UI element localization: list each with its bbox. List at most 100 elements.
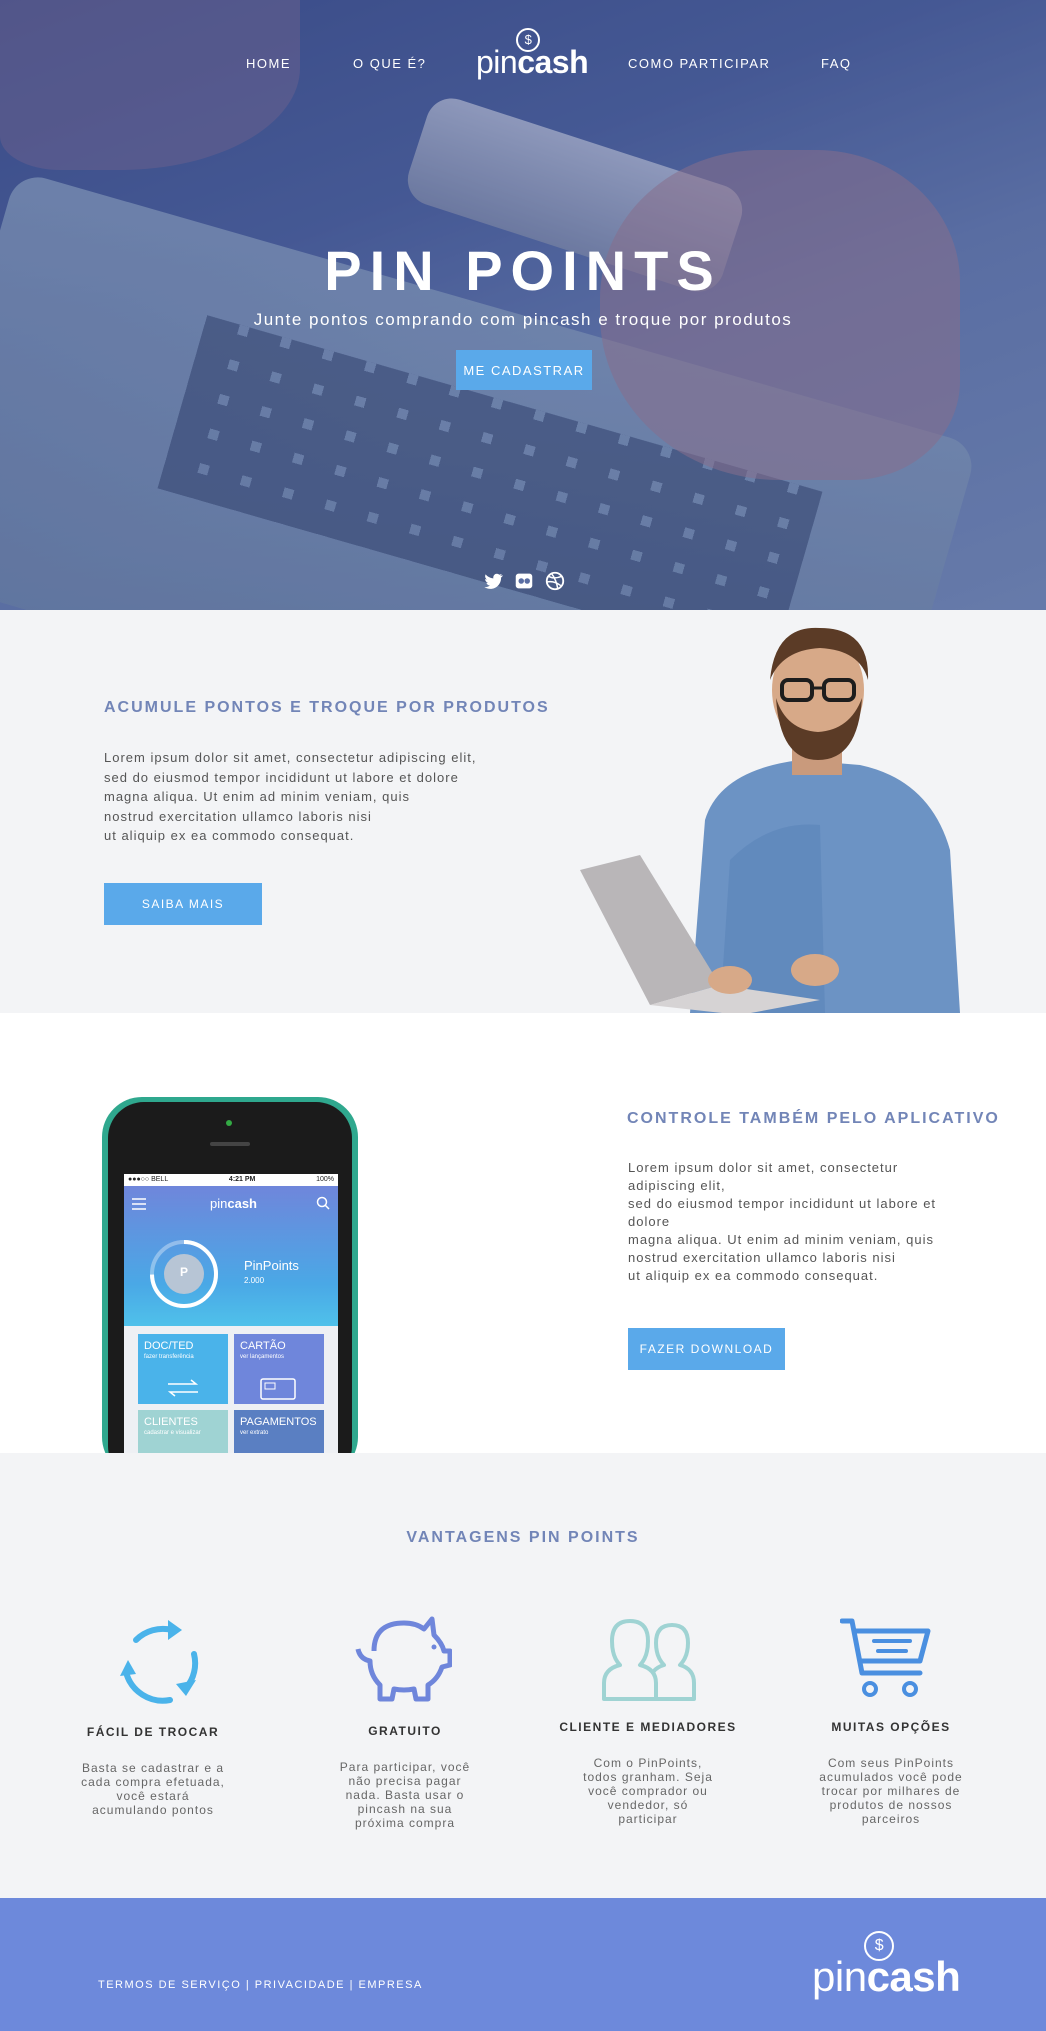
logo-text-light: pin [476,44,518,80]
nav-faq[interactable]: FAQ [821,56,852,71]
phone-camera [226,1120,232,1126]
app-section: ●●●○○ BELL 4:21 PM 100% pincash P PinPoi… [0,1013,1046,1453]
phone-header: pincash P PinPoints 2.000 [124,1186,338,1326]
nav-home[interactable]: HOME [246,56,291,71]
tile-subtitle: ver extrato [240,1430,269,1436]
tile-subtitle: ver lançamentos [240,1354,285,1360]
hero-title: PIN POINTS [324,239,722,302]
tile-subtitle: fazer transferência [144,1354,194,1360]
refresh-icon [120,1620,199,1704]
transfer-icon [167,1379,199,1397]
feature-text-line: você estará [116,1789,190,1803]
status-carrier: ●●●○○ BELL [128,1176,169,1183]
feature-text: Basta se cadastrar e a cada compra efetu… [63,1761,243,1817]
app-text-line: dolore [628,1214,671,1229]
accumulate-section: ACUMULE PONTOS E TROQUE POR PRODUTOS Lor… [0,610,1046,1013]
feature-title: CLIENTE E MEDIADORES [559,1720,737,1734]
feature-text-line: trocar por milhares de [821,1784,961,1798]
menu-icon[interactable] [132,1198,146,1210]
feature-easy: FÁCIL DE TROCAR Basta se cadastrar e a c… [63,1725,243,1817]
footer-separator: | [245,1979,251,1991]
accumulate-text: Lorem ipsum dolor sit amet, consectetur … [104,748,476,846]
footer-logo-light: pin [812,1953,867,2000]
feature-title: GRATUITO [368,1724,442,1738]
accumulate-text-line: sed do eiusmod tempor incididunt ut labo… [104,769,459,785]
footer-logo[interactable]: pincash $ [812,1931,961,2001]
tile-cartao[interactable]: CARTÃO ver lançamentos [234,1334,324,1404]
dribbble-icon[interactable] [544,570,566,592]
nav-o-que-e[interactable]: O QUE É? [353,56,426,71]
feature-text-line: acumulando pontos [92,1803,214,1817]
search-icon[interactable] [316,1196,330,1210]
main-nav: HOME O QUE É? pincash $ COMO PARTICIPAR … [0,28,1046,84]
accumulate-text-line: ut aliquip ex ea commodo consequat. [104,828,355,843]
feature-text-line: você comprador ou [588,1784,708,1798]
phone-body: ●●●○○ BELL 4:21 PM 100% pincash P PinPoi… [108,1102,352,1453]
tile-title: DOC/TED [144,1340,194,1352]
app-text-line: Lorem ipsum dolor sit amet, consectetur [628,1160,899,1175]
tile-pagamentos[interactable]: PAGAMENTOS ver extrato [234,1410,324,1453]
accumulate-title: ACUMULE PONTOS E TROQUE POR PRODUTOS [104,699,550,716]
feature-text-line: pincash na sua [357,1802,453,1816]
accumulate-text-line: magna aliqua. Ut enim ad minim veniam, q… [104,789,411,804]
accumulate-text-line: Lorem ipsum dolor sit amet, consectetur … [104,750,477,765]
phone-logo-bold: cash [227,1196,257,1211]
points-label: PinPoints [244,1258,299,1273]
points-badge: P [179,1265,188,1279]
feature-text-line: acumulados você pode [819,1770,963,1784]
cart-icon [840,1618,931,1697]
feature-text-line: vendedor, só [607,1798,689,1812]
man-with-laptop-image [580,627,960,1013]
accumulate-text-line: nostrud exercitation ullamco laboris nis… [104,808,372,824]
tile-clientes[interactable]: CLIENTES cadastrar e visualizar [138,1410,228,1453]
hero-subtitle: Junte pontos comprando com pincash e tro… [253,310,793,329]
status-time: 4:21 PM [228,1176,256,1183]
phone-mockup: ●●●○○ BELL 4:21 PM 100% pincash P PinPoi… [102,1097,358,1453]
app-text-line: magna aliqua. Ut enim ad minim veniam, q… [628,1232,935,1247]
feature-text-line: todos granham. Seja [583,1770,713,1784]
download-button[interactable]: FAZER DOWNLOAD [628,1328,785,1370]
app-text-line: adipiscing elit, [628,1178,726,1193]
footer-links: TERMOS DE SERVIÇO | PRIVACIDADE | EMPRES… [98,1979,423,1991]
feature-text-line: produtos de nossos [829,1798,953,1812]
feature-text-line: participar [618,1812,678,1826]
card-icon [260,1378,296,1400]
feature-text: Com o PinPoints, todos granham. Seja voc… [558,1756,738,1826]
tile-doc-ted[interactable]: DOC/TED fazer transferência [138,1334,228,1404]
dollar-coin-icon: $ [516,28,540,52]
register-button[interactable]: ME CADASTRAR [456,350,592,390]
phone-speaker [210,1142,250,1146]
learn-more-button[interactable]: SAIBA MAIS [104,883,262,925]
logo[interactable]: pincash $ [476,28,589,81]
feature-text-line: Basta se cadastrar e a [81,1761,225,1775]
flickr-icon[interactable] [513,570,535,592]
tile-title: CLIENTES [144,1416,198,1428]
dollar-coin-icon: $ [864,1931,894,1961]
footer-link-company[interactable]: EMPRESA [359,1979,423,1991]
tile-subtitle: cadastrar e visualizar [144,1430,201,1436]
app-text-line: ut aliquip ex ea commodo consequat. [628,1268,879,1283]
feature-clients: CLIENTE E MEDIADORES Com o PinPoints, to… [558,1720,738,1826]
feature-free: GRATUITO Para participar, você não preci… [315,1724,495,1830]
nav-como-participar[interactable]: COMO PARTICIPAR [628,56,770,71]
feature-options: MUITAS OPÇÕES Com seus PinPoints acumula… [801,1720,981,1826]
footer-link-terms[interactable]: TERMOS DE SERVIÇO [98,1979,241,1991]
hero-overlay [0,0,1046,610]
points-value: 2.000 [244,1276,265,1285]
twitter-icon[interactable] [482,570,504,592]
app-title: CONTROLE TAMBÉM PELO APLICATIVO [627,1110,1000,1127]
users-icon [602,1619,696,1701]
feature-text-line: parceiros [861,1812,921,1826]
phone-tiles: DOC/TED fazer transferência CARTÃO ver l… [124,1326,338,1453]
phone-screen: ●●●○○ BELL 4:21 PM 100% pincash P PinPoi… [124,1174,338,1453]
feature-text-line: não precisa pagar [348,1774,462,1788]
feature-text-line: Para participar, você [339,1760,471,1774]
tile-title: PAGAMENTOS [240,1416,317,1428]
status-battery: 100% [316,1176,334,1183]
feature-text-line: cada compra efetuada, [81,1775,225,1789]
footer-link-privacy[interactable]: PRIVACIDADE [255,1979,345,1991]
advantages-section: VANTAGENS PIN POINTS FÁCIL DE TROCAR Bas… [0,1453,1046,1898]
feature-title: FÁCIL DE TROCAR [86,1725,220,1739]
footer: TERMOS DE SERVIÇO | PRIVACIDADE | EMPRES… [0,1898,1046,2031]
feature-text-line: nada. Basta usar o [345,1788,465,1802]
